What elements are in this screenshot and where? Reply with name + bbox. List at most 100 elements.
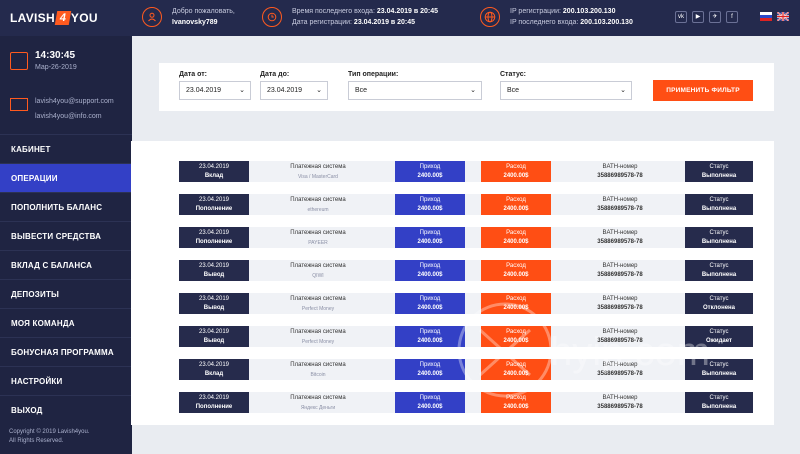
row-date: 23.04.2019 Вклад xyxy=(179,359,249,380)
ip-last-label: IP последнего входа: xyxy=(510,19,579,26)
row-date: 23.04.2019 Пополнение xyxy=(179,194,249,215)
row-income: Приход 2400.00$ xyxy=(395,227,465,248)
row-expense: Расход 2400.00$ xyxy=(481,326,551,347)
table-row: 23.04.2019 Вклад Платежная система Bitcoin… xyxy=(179,359,753,380)
facebook-icon[interactable]: f xyxy=(726,11,738,23)
flag-en-icon[interactable] xyxy=(777,12,789,21)
row-income: Приход 2400.00$ xyxy=(395,392,465,413)
mail-icon xyxy=(10,98,28,111)
row-status: Статус Ожидает xyxy=(685,326,753,347)
row-date: 23.04.2019 Пополнение xyxy=(179,227,249,248)
copyright-line-1: Copyright © 2019 Lavish4you. xyxy=(9,429,90,435)
row-bath-number: BATH-номер 35886989578-78 xyxy=(597,196,643,212)
sidebar-item-logout[interactable]: ВЫХОД xyxy=(0,395,132,424)
table-row: 23.04.2019 Вывод Платежная система QIWI Пр… xyxy=(179,260,753,281)
sidebar-item-settings[interactable]: НАСТРОЙКИ xyxy=(0,366,132,395)
last-login-value: 23.04.2019 в 20:45 xyxy=(376,8,438,15)
sidebar-item-operations[interactable]: ОПЕРАЦИИ xyxy=(0,163,132,192)
row-date: 23.04.2019 Вывод xyxy=(179,260,249,281)
sidebar-item-my-team[interactable]: МОЯ КОМАНДА xyxy=(0,308,132,337)
filter-panel: Дата от: 23.04.2019 ⌄ Дата до: 23.04.2019… xyxy=(159,63,774,111)
payeer-icon: PAYEER xyxy=(308,239,328,246)
row-payment-system: Платежная система ethereum xyxy=(263,194,373,215)
date-to-field[interactable]: 23.04.2019 ⌄ xyxy=(260,81,328,100)
row-expense: Расход 2400.00$ xyxy=(481,359,551,380)
reg-date-label: Дата регистрации: xyxy=(292,19,352,26)
apply-filter-button[interactable]: ПРИМЕНИТЬ ФИЛЬТР xyxy=(653,80,753,101)
table-row: 23.04.2019 Пополнение Платежная система et… xyxy=(179,194,753,215)
reg-date-value: 23.04.2019 в 20:45 xyxy=(353,19,416,26)
row-expense: Расход 2400.00$ xyxy=(481,293,551,314)
row-income: Приход 2400.00$ xyxy=(395,326,465,347)
date-from-value: 23.04.2019 xyxy=(186,87,222,94)
table-row: 23.04.2019 Вывод Платежная система Perfect… xyxy=(179,293,753,314)
visa-mastercard-icon: Visa / MasterCard xyxy=(298,173,338,180)
sidebar-item-bonus-program[interactable]: БОНУСНАЯ ПРОГРАММА xyxy=(0,337,132,366)
row-type: Вклад xyxy=(204,172,224,179)
row-bath-number: BATH-номер 35886989578-78 xyxy=(597,361,643,377)
ip-last-value: 200.103.200.130 xyxy=(580,19,633,26)
flag-ru-icon[interactable] xyxy=(760,12,772,21)
logo-text-right: YOU xyxy=(70,11,98,25)
row-income: Приход 2400.00$ xyxy=(395,359,465,380)
logo-mark: 4 xyxy=(54,11,72,25)
row-status: Статус Отклонена xyxy=(685,293,753,314)
row-income: Приход 2400.00$ xyxy=(395,161,465,182)
row-status: Статус Выполнена xyxy=(685,359,753,380)
email-support[interactable]: lavish4you@support.com xyxy=(35,94,114,109)
sidebar-nav: КАБИНЕТ ОПЕРАЦИИ ПОПОЛНИТЬ БАЛАНС ВЫВЕСТ… xyxy=(0,134,132,424)
youtube-icon[interactable]: ▶ xyxy=(692,11,704,23)
sidebar-item-withdraw[interactable]: ВЫВЕСТИ СРЕДСТВА xyxy=(0,221,132,250)
operation-type-label: Тип операции: xyxy=(348,71,399,78)
row-date: 23.04.2019 Пополнение xyxy=(179,392,249,413)
row-bath-number: BATH-номер 35886989578-78 xyxy=(597,163,643,179)
vk-icon[interactable]: vk xyxy=(675,11,687,23)
sidebar-item-deposits[interactable]: ДЕПОЗИТЫ xyxy=(0,279,132,308)
qiwi-icon: QIWI xyxy=(312,272,324,279)
clock-icon xyxy=(262,7,282,27)
operation-type-select[interactable]: Все ⌄ xyxy=(348,81,482,100)
chevron-down-icon: ⌄ xyxy=(620,87,626,94)
telegram-icon[interactable]: ✈ xyxy=(709,11,721,23)
row-type: Вывод xyxy=(203,337,225,344)
username: Ivanovsky789 xyxy=(172,19,218,26)
date-from-field[interactable]: 23.04.2019 ⌄ xyxy=(179,81,251,100)
welcome-label: Добро пожаловать, xyxy=(172,8,235,15)
status-select[interactable]: Все ⌄ xyxy=(500,81,632,100)
status-value: Все xyxy=(507,87,520,94)
copyright: Copyright © 2019 Lavish4you. All Rights … xyxy=(9,428,89,446)
row-status: Статус Выполнена xyxy=(685,392,753,413)
row-expense: Расход 2400.00$ xyxy=(481,161,551,182)
logo[interactable]: LAVISH 4 YOU xyxy=(10,11,98,25)
row-type: Вывод xyxy=(203,271,225,278)
row-income: Приход 2400.00$ xyxy=(395,260,465,281)
status-label: Статус: xyxy=(500,71,526,78)
operations-panel: 23.04.2019 Вклад Платежная система Visa / … xyxy=(131,141,774,425)
row-income: Приход 2400.00$ xyxy=(395,293,465,314)
email-info[interactable]: lavish4you@info.com xyxy=(35,109,114,124)
operation-type-value: Все xyxy=(355,87,368,94)
sidebar-item-invest-from-balance[interactable]: ВКЛАД С БАЛАНСА xyxy=(0,250,132,279)
current-time: 14:30:45 xyxy=(35,50,76,61)
row-bath-number: BATH-номер 35886989578-78 xyxy=(597,295,643,311)
date-to-label: Дата до: xyxy=(260,71,290,78)
contact-emails: lavish4you@support.com lavish4you@info.c… xyxy=(10,94,114,124)
row-expense: Расход 2400.00$ xyxy=(481,227,551,248)
globe-icon xyxy=(480,7,500,27)
row-status: Статус Выполнена xyxy=(685,227,753,248)
date-from-label: Дата от: xyxy=(179,71,208,78)
chevron-down-icon: ⌄ xyxy=(470,87,476,94)
sidebar-item-cabinet[interactable]: КАБИНЕТ xyxy=(0,134,132,163)
table-row: 23.04.2019 Пополнение Платежная система PA… xyxy=(179,227,753,248)
row-status: Статус Выполнена xyxy=(685,194,753,215)
row-payment-system: Платежная система Visa / MasterCard xyxy=(263,161,373,182)
sidebar-item-deposit-balance[interactable]: ПОПОЛНИТЬ БАЛАНС xyxy=(0,192,132,221)
row-status: Статус Выполнена xyxy=(685,161,753,182)
ethereum-icon: ethereum xyxy=(307,206,329,213)
ip-info-block: IP регистрации: 200.103.200.130 IP после… xyxy=(480,6,633,28)
row-payment-system: Платежная система Perfect Money xyxy=(263,293,373,314)
row-payment-system: Платежная система QIWI xyxy=(263,260,373,281)
user-icon xyxy=(142,7,162,27)
row-date: 23.04.2019 Вывод xyxy=(179,293,249,314)
row-expense: Расход 2400.00$ xyxy=(481,260,551,281)
